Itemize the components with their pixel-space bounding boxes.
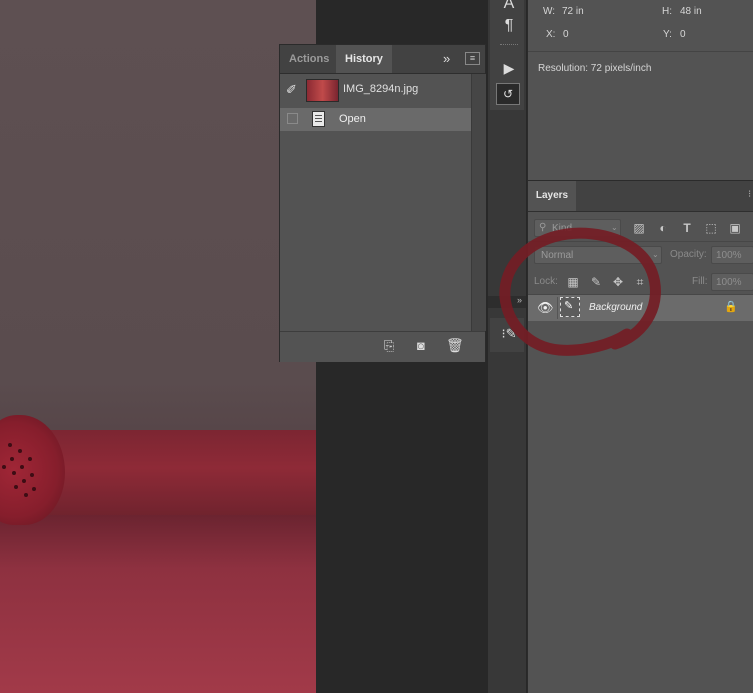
type-filter-icon[interactable]: T (680, 221, 694, 235)
grip-handle[interactable] (500, 44, 518, 47)
width-value: 72 in (562, 6, 584, 17)
history-snapshot-row[interactable]: ✐ IMG_8294n.jpg (280, 74, 471, 106)
document-canvas[interactable] (0, 0, 316, 693)
opacity-field[interactable]: 100% (711, 246, 753, 264)
fill-label: Fill: (692, 276, 708, 287)
layers-panel-tabbar: Layers ⁝ (528, 180, 753, 212)
x-value: 0 (563, 29, 569, 40)
snapshot-camera-icon[interactable]: ◙ (417, 338, 425, 353)
play-actions-icon[interactable]: ▶ (497, 56, 521, 80)
expand-panel-icon[interactable]: » (443, 51, 450, 66)
y-value: 0 (680, 29, 686, 40)
snapshot-thumbnail (306, 79, 339, 102)
opacity-value: 100% (716, 250, 742, 261)
icon-column-top: A ¶ ▶ ↺ (490, 0, 524, 110)
sofa-seat (0, 515, 316, 693)
tab-history[interactable]: History (336, 45, 392, 73)
history-step-label: Open (339, 113, 366, 125)
history-panel-icon[interactable]: ↺ (496, 83, 520, 105)
history-panel-tabbar: Actions History » ≡ (280, 45, 485, 74)
new-document-from-state-icon[interactable]: ⎘ (384, 338, 394, 354)
opacity-label: Opacity: (670, 249, 707, 260)
height-value: 48 in (680, 6, 702, 17)
history-brush-checkbox[interactable] (287, 113, 298, 124)
panel-menu-icon[interactable]: ≡ (465, 52, 480, 65)
shape-filter-icon[interactable]: ⬚ (704, 221, 718, 235)
x-label: X: (546, 29, 556, 40)
width-label: W: (543, 6, 556, 17)
document-step-icon (312, 111, 325, 127)
delete-trash-icon[interactable]: 🗑 (446, 337, 464, 354)
red-circle-annotation (499, 227, 661, 356)
tab-actions[interactable]: Actions (280, 45, 338, 73)
history-panel-footer: ⎘ ◙ 🗑 (280, 331, 485, 362)
smart-object-filter-icon[interactable]: ▣ (728, 221, 742, 235)
tab-layers[interactable]: Layers (528, 181, 576, 211)
history-scrollbar[interactable] (471, 74, 486, 331)
y-label: Y: (663, 29, 672, 40)
snapshot-name: IMG_8294n.jpg (343, 83, 419, 95)
resolution-readout: Resolution: 72 pixels/inch (538, 63, 652, 74)
fill-field[interactable]: 100% (711, 273, 753, 291)
layers-menu-icon[interactable]: ⁝ (748, 189, 751, 200)
info-divider (528, 51, 753, 52)
history-panel: Actions History » ≡ ✐ IMG_8294n.jpg Open… (279, 44, 486, 362)
info-panel: W: 72 in H: 48 in X: 0 Y: 0 Resolution: … (528, 0, 753, 180)
lock-icon[interactable]: 🔒 (724, 300, 738, 313)
height-label: H: (662, 6, 672, 17)
history-step-row[interactable]: Open (280, 108, 471, 131)
paragraph-icon[interactable]: ¶ (497, 14, 521, 38)
red-shoe (0, 415, 65, 525)
fill-value: 100% (716, 277, 742, 288)
history-brush-source-icon[interactable]: ✐ (286, 82, 297, 98)
